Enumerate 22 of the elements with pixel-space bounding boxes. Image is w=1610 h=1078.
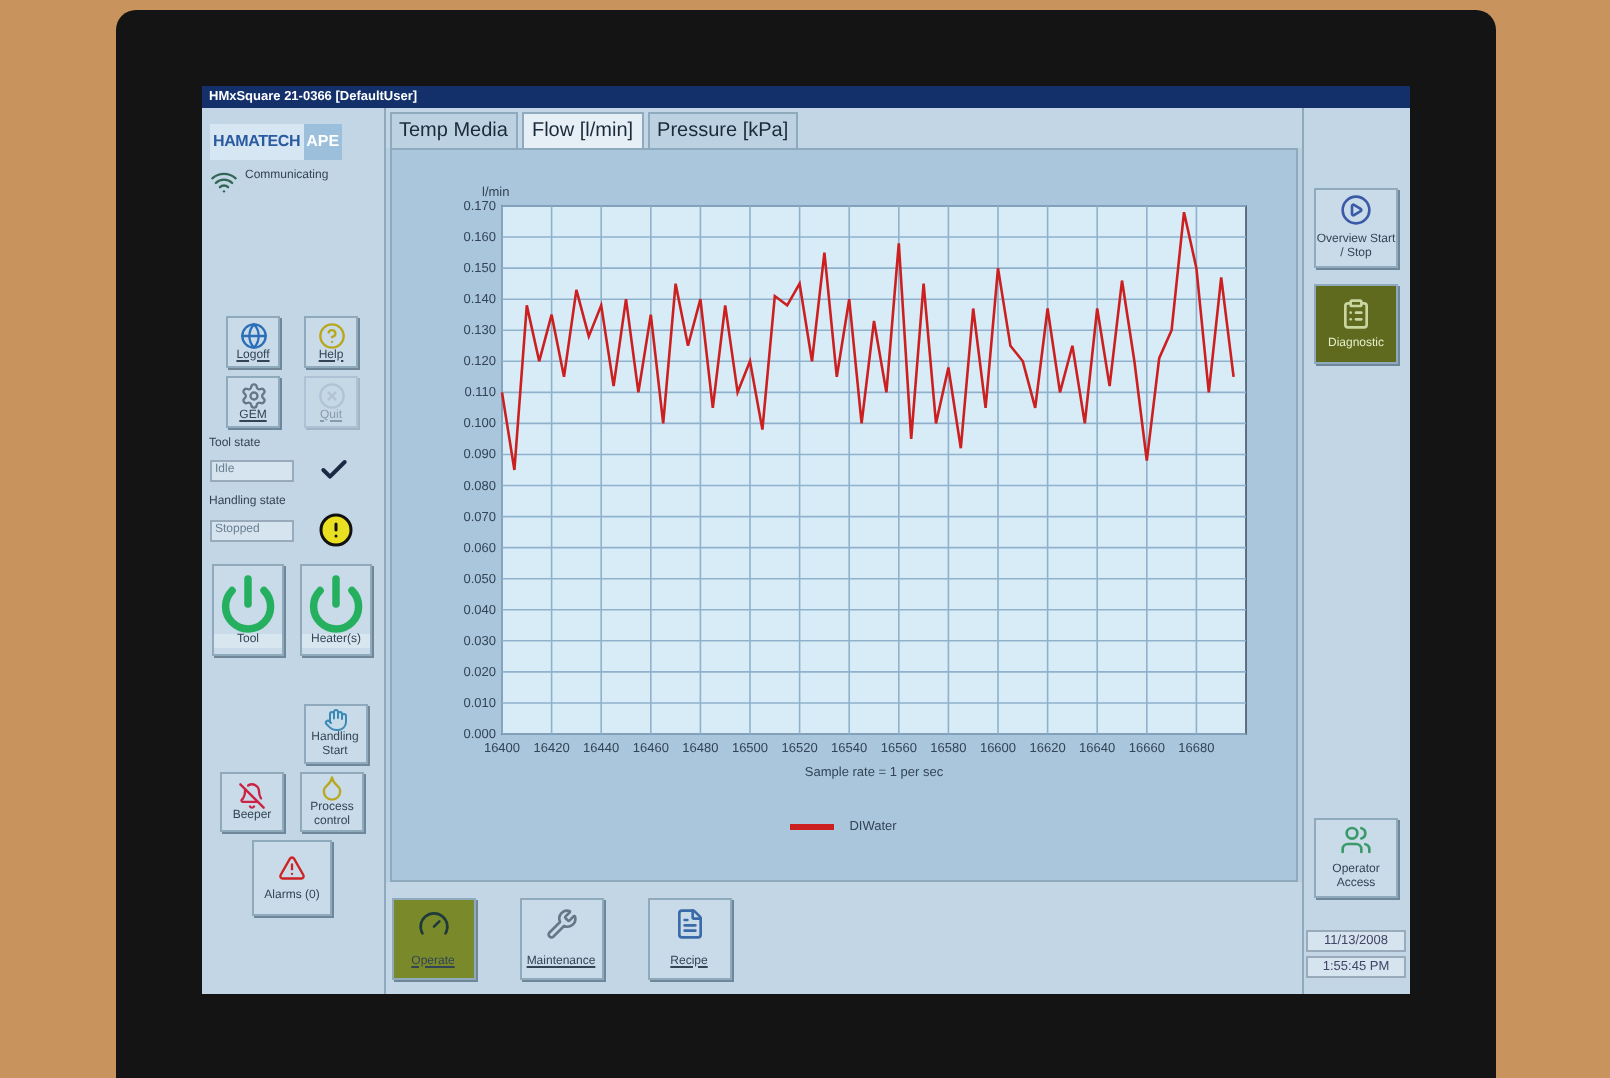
people-icon — [1340, 824, 1372, 856]
tab[interactable]: Flow [l/min] — [521, 112, 644, 148]
document-icon — [673, 907, 705, 939]
bell-off-icon — [238, 781, 266, 809]
help-icon — [317, 321, 345, 349]
warning-triangle-icon — [278, 853, 306, 881]
list-icon — [1340, 297, 1372, 329]
gauge-icon — [417, 907, 449, 939]
tab[interactable]: Pressure [kPa] — [647, 112, 799, 148]
power-icon — [218, 573, 278, 633]
logo-text: HAMATECH — [209, 124, 305, 160]
warning-icon — [317, 512, 353, 548]
play-icon — [1340, 194, 1372, 226]
droplet-icon — [318, 774, 346, 802]
logo-suffix: APE — [304, 124, 342, 160]
wrench-icon — [545, 907, 577, 939]
power-icon — [306, 573, 366, 633]
tab[interactable]: Temp Media — [389, 112, 518, 148]
globe-icon — [239, 321, 267, 349]
hand-icon — [323, 708, 347, 732]
network-icon — [209, 168, 237, 196]
gear-icon — [239, 381, 267, 409]
